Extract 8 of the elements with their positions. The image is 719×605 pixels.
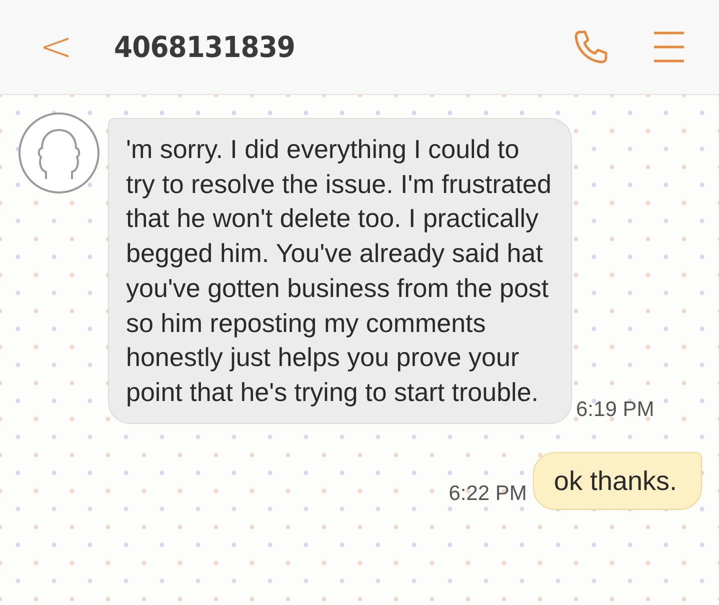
menu-icon[interactable] <box>653 30 685 64</box>
avatar-icon <box>18 112 100 194</box>
back-button[interactable]: < <box>38 27 74 67</box>
message-time: 6:19 PM <box>576 398 654 422</box>
message-bubble: 'm sorry. I did everything I could to try to resolve the issue. I'm frustrated that he won't delete too. I practically begged him. You've already said hat you've gotten business from the post so him reposting my comments honestly just helps you prove your point that he's trying to start trouble. <box>108 118 572 424</box>
message-bubble: ok thanks. <box>532 452 702 510</box>
contact-title: 4068131839 <box>114 30 296 64</box>
message-time: 6:22 PM <box>448 482 527 506</box>
